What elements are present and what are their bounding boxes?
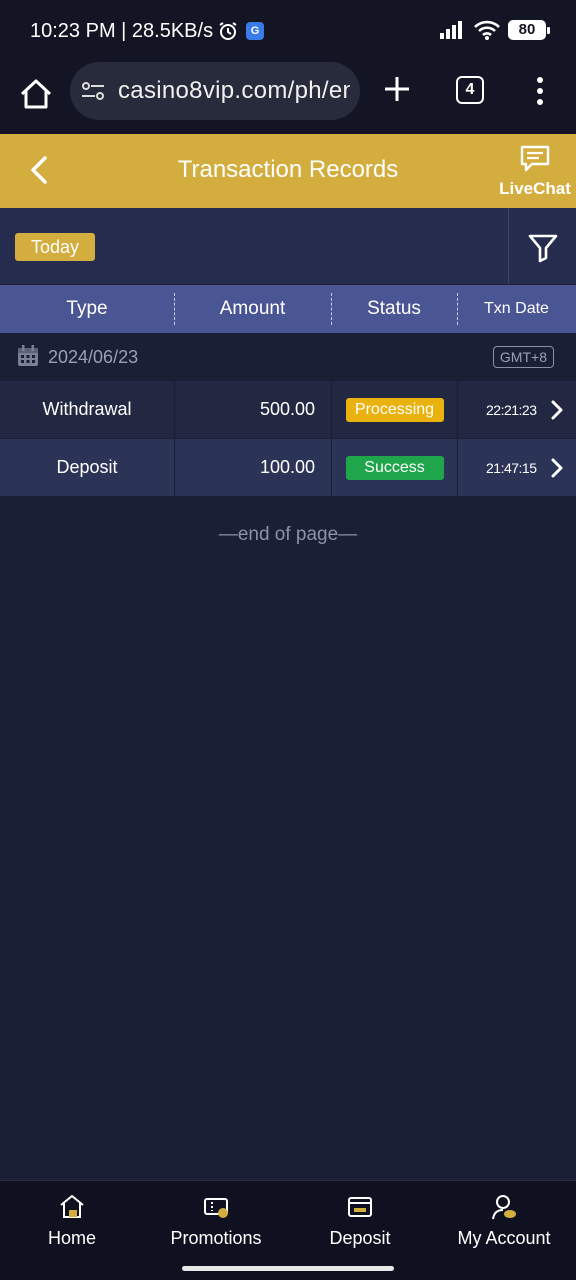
nav-deposit[interactable]: Deposit bbox=[288, 1181, 432, 1258]
app-notification-icon: G bbox=[246, 22, 264, 40]
column-header-amount: Amount bbox=[174, 285, 331, 333]
alarm-icon bbox=[219, 22, 237, 40]
today-filter-button[interactable]: Today bbox=[15, 233, 96, 261]
row-time: 21:47:15 bbox=[486, 459, 537, 476]
nav-home-label: Home bbox=[47, 1228, 96, 1248]
browser-home-icon[interactable] bbox=[16, 74, 56, 114]
column-header-txn-date: Txn Date bbox=[457, 285, 576, 333]
url-text[interactable]: casino8vip.com/ph/en bbox=[118, 77, 350, 105]
address-bar[interactable]: casino8vip.com/ph/en bbox=[70, 62, 360, 120]
gesture-area bbox=[0, 1258, 576, 1280]
filter-bar: Today bbox=[0, 208, 576, 284]
column-header-type: Type bbox=[66, 298, 108, 319]
filter-funnel-icon[interactable] bbox=[526, 230, 560, 264]
tab-switcher-button[interactable]: 4 bbox=[456, 76, 484, 104]
end-of-page-text: —end of page— bbox=[218, 524, 358, 545]
page-title: Transaction Records bbox=[177, 156, 399, 183]
row-time: 22:21:23 bbox=[486, 401, 537, 418]
gesture-bar[interactable] bbox=[182, 1266, 394, 1271]
chevron-right-icon[interactable] bbox=[550, 399, 564, 421]
status-bar: 10:23 PM | 28.5KB/s G 80 bbox=[0, 0, 576, 62]
row-type: Withdrawal bbox=[42, 399, 132, 419]
browser-menu-icon[interactable] bbox=[530, 74, 550, 108]
table-row[interactable]: Withdrawal 500.00 Processing 22:21:23 bbox=[0, 381, 576, 438]
status-badge: Processing bbox=[345, 397, 444, 422]
browser-toolbar: casino8vip.com/ph/en 4 bbox=[0, 62, 576, 134]
row-status-cell: Processing bbox=[331, 381, 457, 438]
row-status-cell: Success bbox=[331, 439, 457, 496]
row-amount: 500.00 bbox=[174, 381, 331, 438]
group-date: 2024/06/23 bbox=[48, 347, 139, 367]
status-badge: Success bbox=[345, 455, 444, 480]
new-tab-icon[interactable] bbox=[380, 72, 414, 106]
row-time-cell: 21:47:15 bbox=[457, 439, 576, 496]
row-type: Deposit bbox=[56, 457, 118, 477]
livechat-label: LiveChat bbox=[499, 179, 571, 198]
ticket-icon bbox=[204, 1198, 228, 1218]
chat-bubble-icon bbox=[520, 145, 550, 172]
status-time: 10:23 PM | 28.5KB/s bbox=[30, 20, 214, 42]
timezone-badge: GMT+8 bbox=[492, 346, 554, 368]
table-header: Type Amount Status Txn Date bbox=[0, 285, 576, 333]
nav-home[interactable]: Home bbox=[0, 1181, 144, 1258]
row-time-cell: 22:21:23 bbox=[457, 381, 576, 438]
chevron-right-icon[interactable] bbox=[550, 457, 564, 479]
column-header-status: Status bbox=[331, 285, 457, 333]
page-header: Transaction Records LiveChat bbox=[0, 134, 576, 208]
user-icon bbox=[492, 1195, 516, 1220]
nav-my-account-label: My Account bbox=[457, 1228, 551, 1248]
wifi-icon bbox=[474, 20, 500, 40]
nav-my-account[interactable]: My Account bbox=[432, 1181, 576, 1258]
nav-promotions[interactable]: Promotions bbox=[144, 1181, 288, 1258]
row-amount: 100.00 bbox=[174, 439, 331, 496]
card-icon bbox=[348, 1197, 372, 1217]
livechat-button[interactable]: LiveChat bbox=[498, 144, 572, 204]
site-settings-icon[interactable] bbox=[80, 78, 106, 104]
signal-icon bbox=[440, 21, 462, 39]
nav-promotions-label: Promotions bbox=[170, 1228, 262, 1248]
bottom-nav: Home Promotions Deposit My Account bbox=[0, 1180, 576, 1258]
date-group-header: 2024/06/23 GMT+8 bbox=[0, 334, 576, 380]
calendar-icon bbox=[18, 345, 38, 366]
nav-deposit-label: Deposit bbox=[329, 1228, 391, 1248]
home-icon bbox=[60, 1195, 84, 1218]
divider bbox=[508, 208, 509, 284]
table-row[interactable]: Deposit 100.00 Success 21:47:15 bbox=[0, 439, 576, 496]
battery-indicator: 80 bbox=[508, 20, 550, 40]
